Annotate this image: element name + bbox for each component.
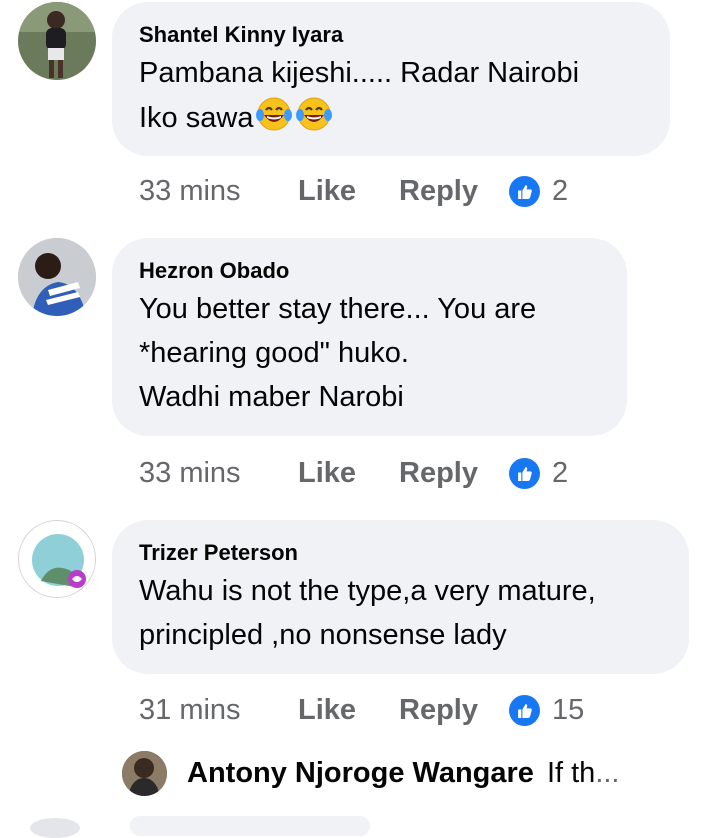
comment-text-line-with-emoji: Iko sawa <box>139 95 642 140</box>
comment-author[interactable]: Hezron Obado <box>139 258 599 284</box>
reply-button[interactable]: Reply <box>399 694 509 727</box>
avatar-photo-icon <box>122 750 167 796</box>
avatar-photo-icon <box>18 2 96 80</box>
comment-bubble <box>130 816 370 836</box>
reply-author[interactable]: Antony Njoroge Wangare <box>187 757 534 790</box>
avatar[interactable] <box>18 2 96 80</box>
comment-text: Wahu is not the type,a very mature, prin… <box>139 569 661 657</box>
comment-text-line: You better stay there... You are <box>139 293 537 325</box>
vaccine-frame-avatar-icon <box>21 523 95 597</box>
reply-ellipsis: ... <box>595 756 620 789</box>
reply-preview[interactable]: Antony Njoroge Wangare If th... <box>122 748 619 798</box>
comment-author[interactable]: Trizer Peterson <box>139 540 661 566</box>
reaction-count[interactable]: 15 <box>552 694 584 727</box>
comment-text-line: *hearing good" huko. <box>139 337 409 369</box>
like-button[interactable]: Like <box>298 457 399 490</box>
laughing-tears-emoji-icon <box>256 97 293 131</box>
reply-button[interactable]: Reply <box>399 175 509 208</box>
comment-timestamp[interactable]: 33 mins <box>139 457 298 490</box>
comment-timestamp[interactable]: 31 mins <box>139 694 298 727</box>
avatar[interactable] <box>122 750 167 796</box>
comment-bubble: Trizer Peterson Wahu is not the type,a v… <box>112 520 689 674</box>
laughing-tears-emoji-icon <box>296 97 333 131</box>
reaction-count[interactable]: 2 <box>552 457 568 490</box>
comment-bubble: Hezron Obado You better stay there... Yo… <box>112 238 627 436</box>
thumbs-up-icon[interactable] <box>509 457 540 489</box>
comment-actions: 33 mins Like Reply 2 <box>139 453 568 493</box>
comment-actions: 31 mins Like Reply 15 <box>139 690 584 730</box>
comment-text-line: principled ,no nonsense lady <box>139 619 507 651</box>
comment-author[interactable]: Shantel Kinny Iyara <box>139 22 642 48</box>
reply-text: If th <box>546 756 596 789</box>
comment-text: Pambana kijeshi..... Radar Nairobi Iko s… <box>139 51 642 140</box>
avatar-photo-icon <box>18 238 96 316</box>
comment-text-line: Wahu is not the type,a very mature, <box>139 575 596 607</box>
like-button[interactable]: Like <box>298 694 399 727</box>
avatar[interactable] <box>18 520 96 598</box>
thumbs-up-icon[interactable] <box>509 694 540 726</box>
comment-text-line: Iko sawa <box>139 102 254 134</box>
like-button[interactable]: Like <box>298 175 399 208</box>
comment-text-line: Pambana kijeshi..... Radar Nairobi <box>139 57 580 89</box>
reaction-count[interactable]: 2 <box>552 175 568 208</box>
comment-actions: 33 mins Like Reply 2 <box>139 171 568 211</box>
reply-button[interactable]: Reply <box>399 457 509 490</box>
comment-bubble: Shantel Kinny Iyara Pambana kijeshi.....… <box>112 2 670 156</box>
avatar[interactable] <box>18 238 96 316</box>
comment-text-line: Wadhi maber Narobi <box>139 381 404 413</box>
comment-text: You better stay there... You are *hearin… <box>139 287 599 419</box>
comment-timestamp[interactable]: 33 mins <box>139 175 298 208</box>
thumbs-up-icon[interactable] <box>509 175 540 207</box>
avatar[interactable] <box>30 818 80 838</box>
